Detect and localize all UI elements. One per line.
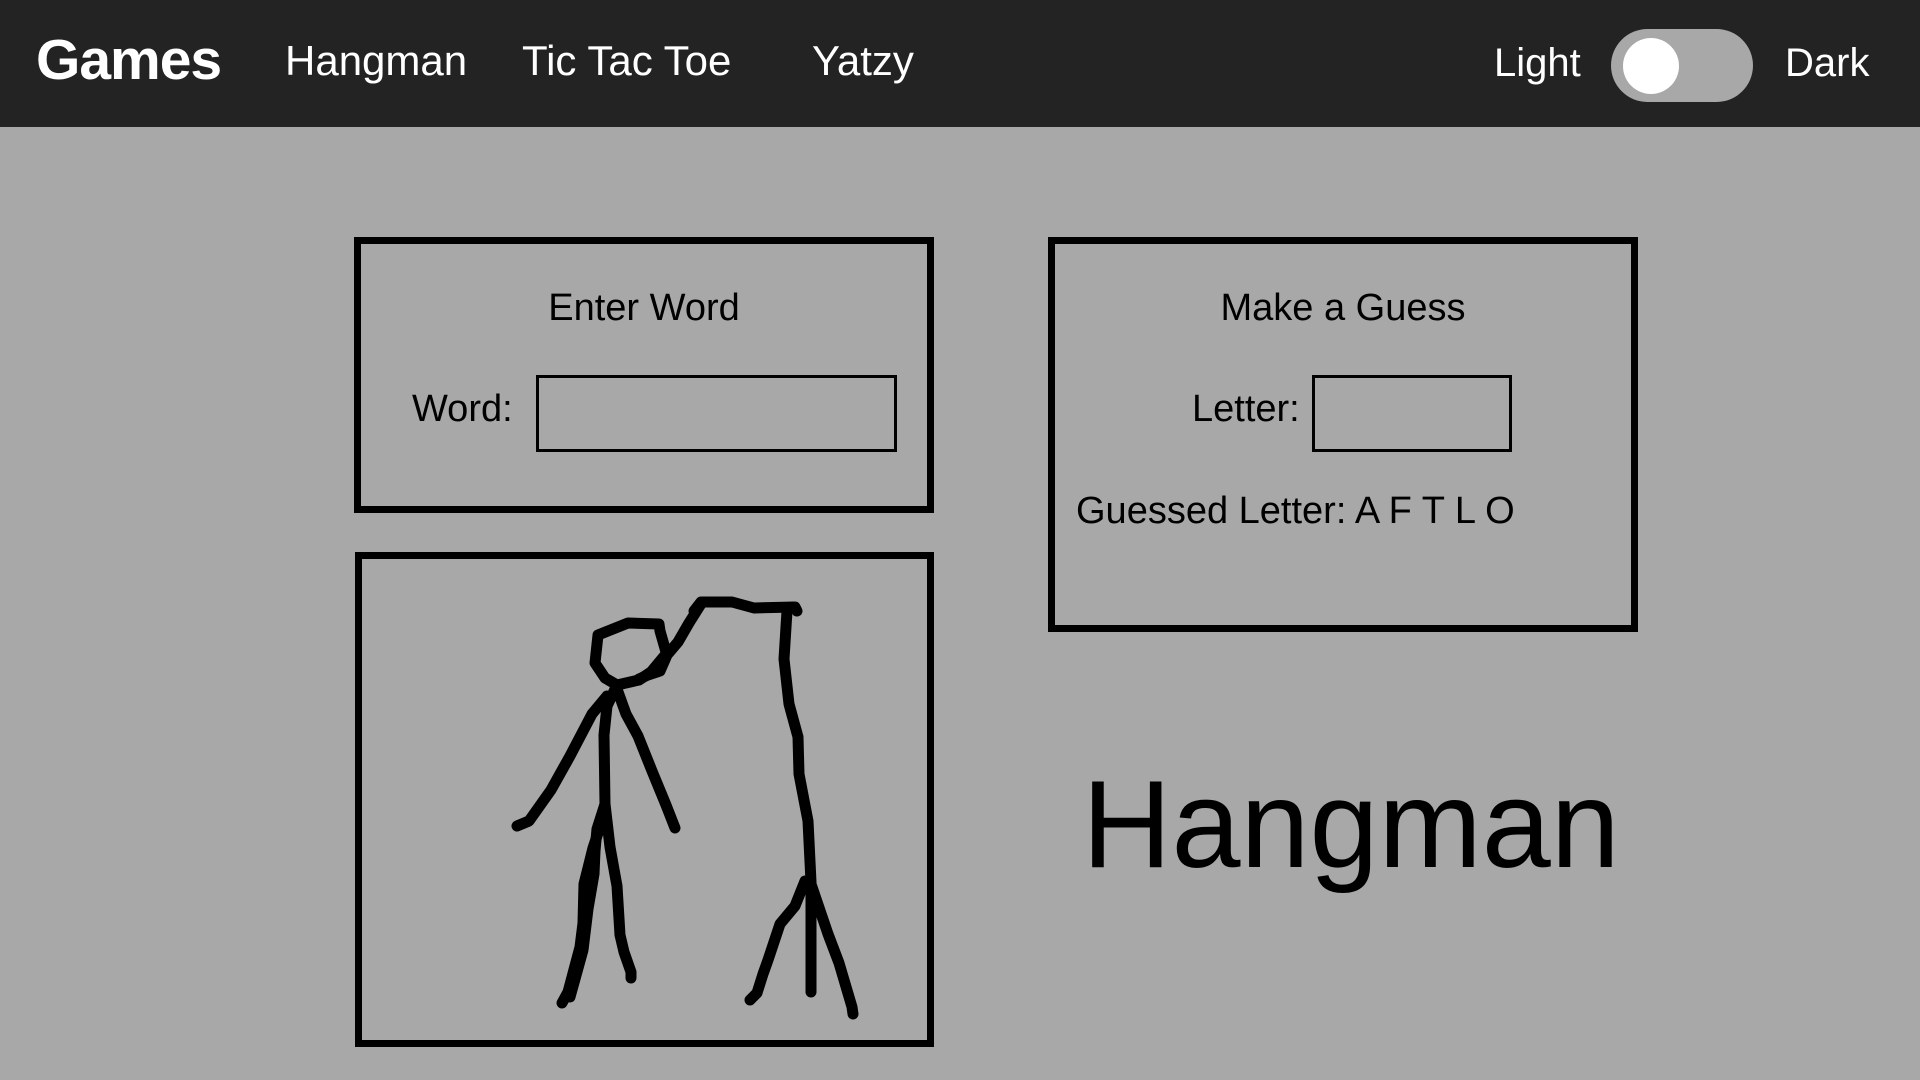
- nav-link-yatzy[interactable]: Yatzy: [812, 36, 914, 86]
- theme-toggle[interactable]: [1611, 29, 1753, 102]
- brand-logo[interactable]: Games: [36, 28, 222, 92]
- right-leg: [599, 798, 637, 984]
- gallows-top-beam: [688, 596, 803, 617]
- guessed-letters-value: A F T L O: [1354, 490, 1515, 532]
- word-input[interactable]: [536, 375, 897, 452]
- make-guess-title: Make a Guess: [1220, 287, 1466, 329]
- theme-light-label: Light: [1494, 41, 1581, 85]
- theme-toggle-knob: [1623, 38, 1679, 94]
- navbar: Games Hangman Tic Tac Toe Yatzy Light Da…: [0, 0, 1920, 127]
- gallows-pole: [744, 605, 859, 1020]
- make-guess-panel: Make a Guess Letter: Guessed Letter: A F…: [1048, 237, 1638, 632]
- enter-word-title: Enter Word: [548, 287, 740, 329]
- game-title: Hangman: [1082, 756, 1620, 894]
- nav-link-hangman[interactable]: Hangman: [285, 36, 467, 86]
- nav-link-tic-tac-toe[interactable]: Tic Tac Toe: [522, 36, 731, 86]
- letter-input[interactable]: [1312, 375, 1512, 452]
- hangman-drawing-panel: [355, 552, 934, 1047]
- guessed-letters-label: Guessed Letter:: [1076, 490, 1347, 532]
- hangman-drawing: [511, 596, 859, 1020]
- theme-dark-label: Dark: [1785, 41, 1870, 85]
- left-leg: [564, 798, 611, 1003]
- word-label: Word:: [412, 388, 513, 430]
- guessed-letters: Guessed Letter: A F T L O: [1076, 489, 1515, 533]
- gallows: [688, 596, 859, 1020]
- left-arm: [511, 690, 613, 832]
- letter-label: Letter:: [1192, 388, 1300, 430]
- right-arm: [611, 683, 681, 834]
- enter-word-panel: Enter Word Word:: [354, 237, 934, 513]
